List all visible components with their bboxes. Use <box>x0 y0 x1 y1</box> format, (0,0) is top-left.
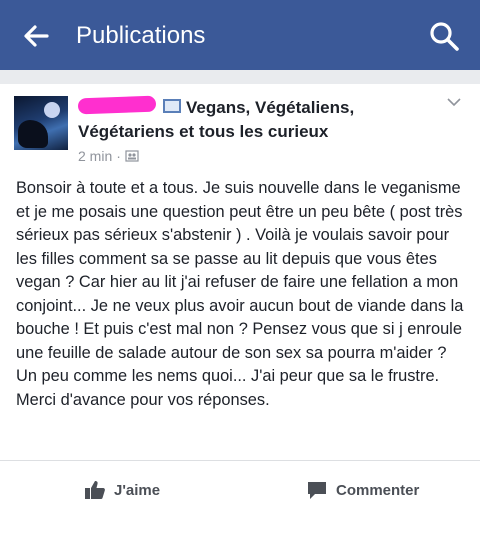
next-card-edge <box>0 524 480 538</box>
post-meta: 2 min · <box>78 148 139 164</box>
group-audience-icon <box>125 150 139 162</box>
chevron-down-icon[interactable] <box>446 96 462 108</box>
avatar-silhouette <box>18 120 48 148</box>
post-card: Vegans, Végétaliens, Végétariens et tous… <box>0 84 480 524</box>
redaction-mark <box>77 95 157 115</box>
app-bar: Publications <box>0 0 480 70</box>
page-title: Publications <box>76 22 206 49</box>
avatar-moon <box>44 102 60 118</box>
search-icon[interactable] <box>428 20 460 52</box>
comment-icon <box>308 482 326 499</box>
comment-button[interactable]: Commenter <box>306 478 419 502</box>
back-arrow-icon[interactable] <box>22 22 50 50</box>
post-text: Bonsoir à toute et a tous. Je suis nouve… <box>16 179 464 409</box>
like-button[interactable]: J'aime <box>84 478 160 502</box>
meta-separator: · <box>116 148 121 164</box>
divider <box>0 460 480 461</box>
avatar[interactable] <box>14 96 68 150</box>
like-label: J'aime <box>114 481 161 499</box>
comment-label: Commenter <box>336 481 420 499</box>
group-icon <box>163 99 181 113</box>
post-time[interactable]: 2 min <box>78 148 112 164</box>
thumbs-up-icon <box>85 481 105 499</box>
